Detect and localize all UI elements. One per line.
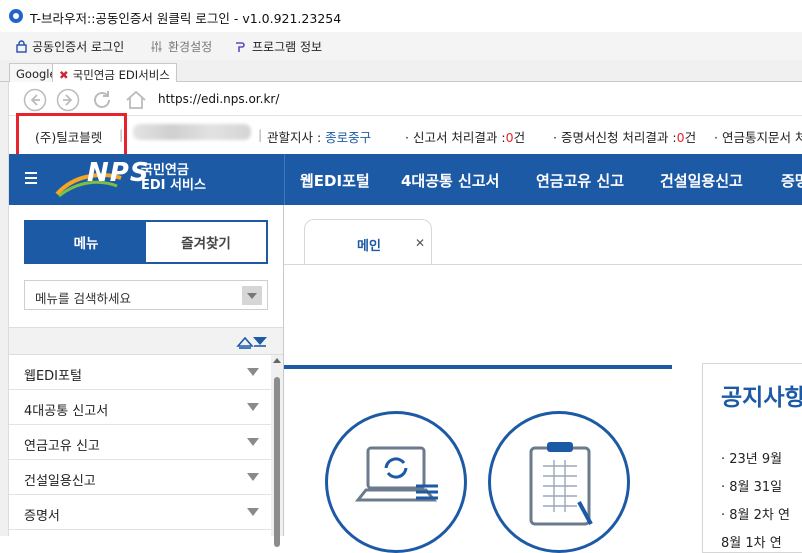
content-tab-label: 메인 <box>357 239 381 254</box>
branch-value[interactable]: 종로중구 <box>325 130 371 145</box>
report-unit: 건 <box>513 130 526 145</box>
header-divider <box>284 154 285 205</box>
laptop-refresh-icon <box>354 446 438 502</box>
forward-icon[interactable] <box>56 88 80 112</box>
brand-line1: 국민연금 <box>141 163 189 178</box>
refresh-icon[interactable] <box>90 88 114 112</box>
sidebar-item-label: 4대공통 신고서 <box>24 404 109 419</box>
report-count: 0 <box>505 130 514 145</box>
home-icon[interactable] <box>124 88 148 112</box>
cert-count: 0 <box>676 130 685 145</box>
window-title: T-브라우저::공동인증서 원클릭 로그인 - v1.0.921.23254 <box>30 11 342 26</box>
report-result[interactable]: · 신고서 처리결과 :0건 <box>405 127 525 146</box>
sidebar-menu-list: 웹EDI포털 4대공통 신고서 연금고유 신고 건설일용신고 증명서 <box>9 355 271 530</box>
hamburger-menu-icon[interactable] <box>25 172 37 187</box>
gnav-construction[interactable]: 건설일용신고 <box>660 170 743 191</box>
navigation-bar: https://edi.nps.or.kr/ <box>0 82 802 116</box>
user-info-bar: (주)틸코블렛 | | 관할지사 : 종로중구 · 신고서 처리결과 :0건 ·… <box>9 116 802 154</box>
menu-search-placeholder: 메뉴를 검색하세요 <box>35 291 131 306</box>
site-header: NPS 국민연금 EDI 서비스 웹EDI포털 4대공통 신고서 연금고유 신고… <box>9 154 802 205</box>
pension-notice[interactable]: · 연금통지문서 처 <box>714 127 802 146</box>
sidebar-item-construction[interactable]: 건설일용신고 <box>9 460 271 495</box>
menu-bar: 공동인증서 로그인 환경설정 프로그램 정보 <box>0 32 802 60</box>
info-separator: | <box>258 127 263 142</box>
menu-search-select[interactable]: 메뉴를 검색하세요 <box>24 280 268 310</box>
notice-title[interactable]: 공지사항 <box>721 378 802 412</box>
close-icon[interactable]: ✖ <box>59 68 69 82</box>
sidebar-item-web-edi[interactable]: 웹EDI포털 <box>9 355 271 390</box>
cert-unit: 건 <box>684 130 697 145</box>
tab-menu[interactable]: 메뉴 <box>26 222 146 262</box>
branch-info: 관할지사 : 종로중구 <box>267 127 371 146</box>
cert-label: · 증명서신청 처리결과 : <box>553 130 677 145</box>
notice-item[interactable]: · 8월 2차 연 <box>721 504 790 523</box>
tab-nps-edi-label: 국민연금 EDI서비스 <box>72 67 170 82</box>
cert-login-menu[interactable]: 공동인증서 로그인 <box>16 38 124 55</box>
sidebar-item-label: 증명서 <box>24 509 60 524</box>
tree-toolbar <box>9 327 283 355</box>
chevron-down-icon <box>247 473 259 481</box>
gnav-pension-report[interactable]: 연금고유 신고 <box>536 170 624 191</box>
address-url[interactable]: https://edi.nps.or.kr/ <box>158 92 279 106</box>
notice-item[interactable]: · 23년 9월 <box>721 448 782 467</box>
gnav-web-edi[interactable]: 웹EDI포털 <box>300 170 370 191</box>
sidebar: 메뉴 즐겨찾기 메뉴를 검색하세요 웹EDI포털 4대공통 신고서 연금고유 신… <box>9 205 284 547</box>
tab-favorites[interactable]: 즐겨찾기 <box>146 222 266 262</box>
collapse-expand-icon[interactable] <box>235 334 269 350</box>
program-info-menu[interactable]: 프로그램 정보 <box>234 38 322 55</box>
tab-divider <box>284 264 802 265</box>
chevron-down-icon <box>247 438 259 446</box>
notice-item[interactable]: 8월 1차 연 <box>721 532 782 551</box>
section-rule <box>284 365 672 369</box>
sidebar-item-common-report[interactable]: 4대공통 신고서 <box>9 390 271 425</box>
close-icon[interactable]: ✕ <box>415 236 425 250</box>
highlight-box <box>16 113 127 159</box>
settings-label: 환경설정 <box>168 40 213 54</box>
browser-logo-icon <box>9 9 23 23</box>
scroll-up-icon[interactable] <box>273 358 281 363</box>
clipboard-icon <box>529 442 593 526</box>
program-info-label: 프로그램 정보 <box>252 40 323 54</box>
redacted-user-name <box>133 124 251 140</box>
sidebar-item-pension-report[interactable]: 연금고유 신고 <box>9 425 271 460</box>
left-gutter <box>0 82 9 536</box>
notice-item[interactable]: · 8월 31일 <box>721 476 782 495</box>
back-icon[interactable] <box>23 88 47 112</box>
report-label: · 신고서 처리결과 : <box>405 130 506 145</box>
tab-google-label: Google <box>16 67 57 81</box>
quick-link-certificate[interactable] <box>488 411 630 553</box>
brand-line2: EDI 서비스 <box>141 178 206 193</box>
cert-login-label: 공동인증서 로그인 <box>32 40 125 54</box>
settings-menu[interactable]: 환경설정 <box>150 38 212 55</box>
tab-nps-edi[interactable]: ✖ 국민연금 EDI서비스 <box>52 63 177 83</box>
branch-label: 관할지사 : <box>267 130 322 145</box>
quick-link-report[interactable] <box>325 411 467 553</box>
scrollbar-thumb[interactable] <box>274 377 280 547</box>
content-tab-main[interactable]: 메인 ✕ <box>304 219 432 265</box>
main-content: 메인 ✕ 공지사항 · 23년 9월 · 8월 31일 · 8월 2차 연 8월… <box>284 205 802 553</box>
notice-panel: 공지사항 · 23년 9월 · 8월 31일 · 8월 2차 연 8월 1차 연 <box>702 363 802 553</box>
gnav-common-report[interactable]: 4대공통 신고서 <box>401 170 499 191</box>
title-bar: T-브라우저::공동인증서 원클릭 로그인 - v1.0.921.23254 <box>0 0 802 32</box>
program-info-icon <box>236 42 245 52</box>
sidebar-item-label: 건설일용신고 <box>24 474 96 489</box>
sliders-icon <box>151 41 162 52</box>
chevron-down-icon <box>247 403 259 411</box>
tab-bar: Google ✖ 국민연금 EDI서비스 <box>0 60 802 83</box>
chevron-down-icon <box>247 508 259 516</box>
chevron-down-icon <box>247 368 259 376</box>
gnav-certificate[interactable]: 증명 <box>781 170 802 191</box>
sidebar-item-certificate[interactable]: 증명서 <box>9 495 271 530</box>
brand-subtitle: 국민연금 EDI 서비스 <box>141 163 206 193</box>
sidebar-scrollbar[interactable] <box>271 355 283 547</box>
sidebar-item-label: 웹EDI포털 <box>24 369 82 384</box>
sidebar-item-label: 연금고유 신고 <box>24 439 100 454</box>
cert-result[interactable]: · 증명서신청 처리결과 :0건 <box>553 127 696 146</box>
chevron-down-icon[interactable] <box>242 286 262 305</box>
lock-icon <box>16 40 27 53</box>
sidebar-tabs: 메뉴 즐겨찾기 <box>24 220 268 264</box>
